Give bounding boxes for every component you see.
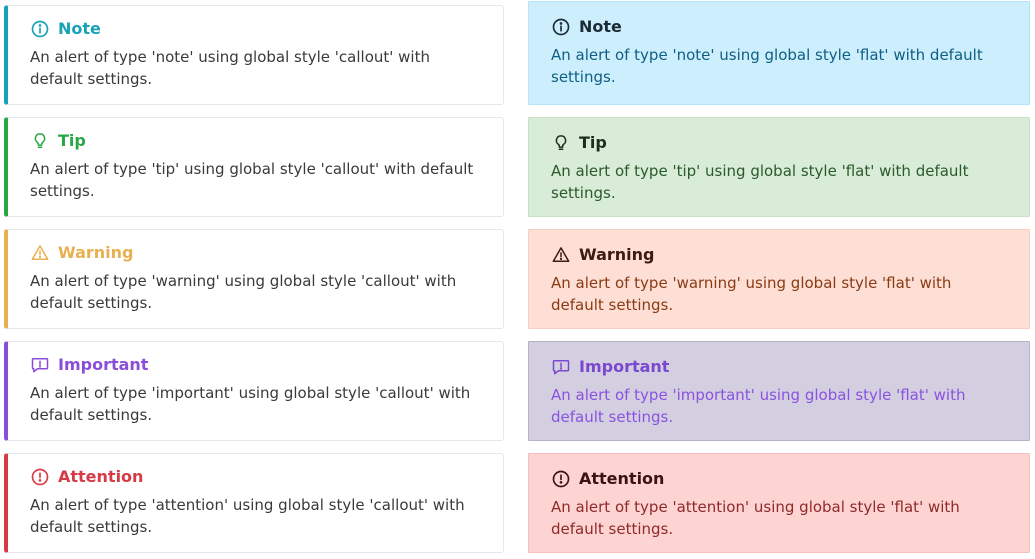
warning-triangle-icon <box>30 243 50 263</box>
alert-circle-icon <box>30 467 50 487</box>
lightbulb-icon <box>30 131 50 151</box>
flat-alert-important: Important An alert of type 'important' u… <box>528 341 1030 441</box>
callout-alert-warning: Warning An alert of type 'warning' using… <box>4 229 504 329</box>
info-circle-icon <box>551 17 571 37</box>
alert-title: Important <box>551 355 1011 379</box>
alert-body: An alert of type 'attention' using globa… <box>30 496 465 536</box>
alert-title-text: Important <box>58 355 149 374</box>
alert-title: Warning <box>30 241 485 265</box>
flat-alert-warning: Warning An alert of type 'warning' using… <box>528 229 1030 329</box>
alert-title-text: Tip <box>579 133 607 152</box>
callout-alert-tip: Tip An alert of type 'tip' using global … <box>4 117 504 217</box>
alert-title-text: Important <box>579 357 670 376</box>
alert-body: An alert of type 'important' using globa… <box>30 384 471 424</box>
alert-title-text: Note <box>579 17 622 36</box>
lightbulb-icon <box>551 133 571 153</box>
alert-body: An alert of type 'important' using globa… <box>551 386 966 426</box>
alert-title: Attention <box>551 467 1011 491</box>
alert-title-text: Tip <box>58 131 86 150</box>
alert-body: An alert of type 'warning' using global … <box>551 274 952 314</box>
callout-alert-note: Note An alert of type 'note' using globa… <box>4 5 504 105</box>
message-alert-icon <box>551 357 571 377</box>
callout-alert-attention: Attention An alert of type 'attention' u… <box>4 453 504 553</box>
alert-body: An alert of type 'note' using global sty… <box>30 48 430 88</box>
alert-title: Tip <box>30 129 485 153</box>
alert-title-text: Note <box>58 19 101 38</box>
alert-title: Important <box>30 353 485 377</box>
alert-circle-icon <box>551 469 571 489</box>
alert-body: An alert of type 'warning' using global … <box>30 272 457 312</box>
message-alert-icon <box>30 355 50 375</box>
alert-title: Warning <box>551 243 1011 267</box>
alert-body: An alert of type 'tip' using global styl… <box>551 162 969 202</box>
alert-title: Tip <box>551 131 1011 155</box>
alert-body: An alert of type 'attention' using globa… <box>551 498 960 538</box>
warning-triangle-icon <box>551 245 571 265</box>
alert-title-text: Warning <box>58 243 134 262</box>
alert-title: Attention <box>30 465 485 489</box>
alert-body: An alert of type 'tip' using global styl… <box>30 160 474 200</box>
alert-title-text: Warning <box>579 245 655 264</box>
alert-title-text: Attention <box>58 467 144 486</box>
alert-title: Note <box>30 17 485 41</box>
alert-title-text: Attention <box>579 469 665 488</box>
info-circle-icon <box>30 19 50 39</box>
flat-alert-tip: Tip An alert of type 'tip' using global … <box>528 117 1030 217</box>
flat-alert-attention: Attention An alert of type 'attention' u… <box>528 453 1030 553</box>
callout-alert-important: Important An alert of type 'important' u… <box>4 341 504 441</box>
alert-title: Note <box>551 15 1011 39</box>
alert-body: An alert of type 'note' using global sty… <box>551 46 983 86</box>
flat-alert-note: Note An alert of type 'note' using globa… <box>528 1 1030 105</box>
